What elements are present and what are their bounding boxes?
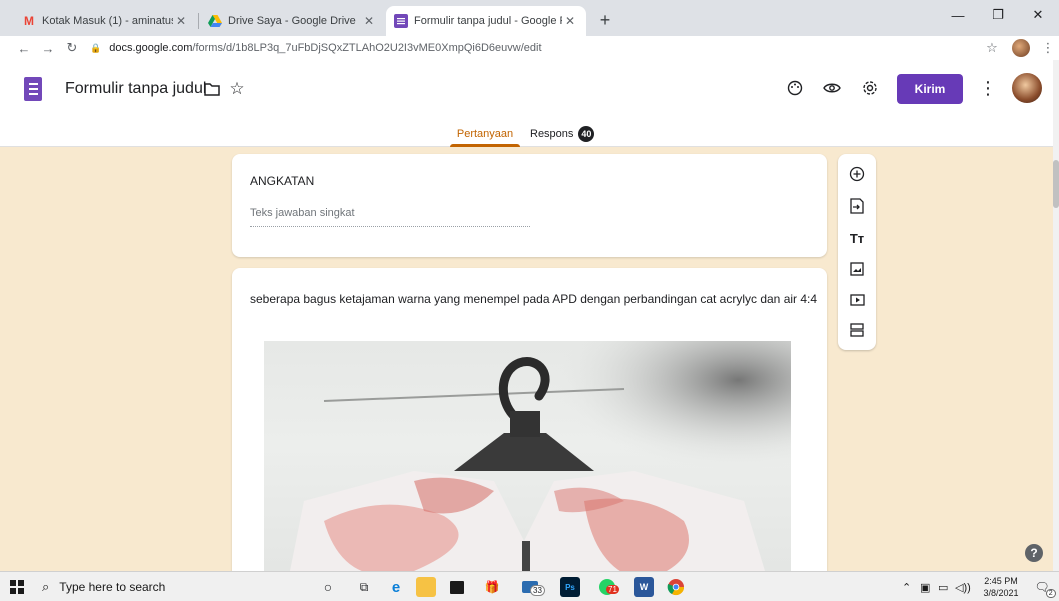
lock-icon: 🔒 <box>90 42 102 53</box>
tab-responses-label: Respons <box>530 127 574 140</box>
star-icon[interactable]: ☆ <box>225 77 249 101</box>
tray-chevron-icon[interactable]: ⌃ <box>902 572 911 601</box>
drive-icon <box>208 14 222 28</box>
scrollbar-track[interactable] <box>1053 60 1059 571</box>
question-title: ANGKATAN <box>250 174 315 188</box>
add-title-icon[interactable]: Tт <box>847 228 867 248</box>
account-avatar[interactable] <box>1012 73 1042 103</box>
browser-menu-icon[interactable]: ⋮ <box>1038 38 1058 58</box>
send-button[interactable]: Kirim <box>897 74 963 104</box>
question-card[interactable]: seberapa bagus ketajaman warna yang mene… <box>232 268 827 588</box>
windows-taskbar: ⌕ Type here to search ○ ⧉ e 🎁 33 Ps 71 W… <box>0 571 1059 601</box>
import-questions-icon[interactable] <box>847 196 867 216</box>
notification-badge: 2 <box>1045 589 1056 598</box>
file-explorer-icon[interactable] <box>416 577 436 597</box>
forms-icon <box>394 14 408 28</box>
add-video-icon[interactable] <box>847 290 867 310</box>
new-tab-button[interactable]: + <box>593 8 617 32</box>
tab-separator <box>198 13 199 29</box>
add-image-icon[interactable] <box>847 259 867 279</box>
more-options-icon[interactable]: ⋮ <box>976 76 1000 100</box>
tab-title: Formulir tanpa judul - Google Fo <box>414 15 562 27</box>
tab-title: Drive Saya - Google Drive <box>228 15 356 27</box>
tab-forms[interactable]: Formulir tanpa judul - Google Fo ✕ <box>386 6 586 36</box>
photoshop-icon[interactable]: Ps <box>560 577 580 597</box>
short-answer-field: Teks jawaban singkat <box>250 207 530 227</box>
whatsapp-badge: 71 <box>606 585 619 594</box>
settings-gear-icon[interactable] <box>858 76 882 100</box>
clock-time: 2:45 PM <box>984 576 1018 586</box>
gmail-icon: M <box>24 14 34 28</box>
tab-responses[interactable]: Respons 40 <box>530 120 595 147</box>
bookmark-star-icon[interactable]: ☆ <box>982 38 1002 58</box>
help-icon[interactable]: ? <box>1025 544 1043 562</box>
folder-icon[interactable] <box>200 77 224 101</box>
mail-badge: 33 <box>530 585 545 596</box>
restore-button[interactable]: ❐ <box>978 0 1018 30</box>
forms-logo-icon[interactable] <box>24 77 42 101</box>
close-icon[interactable]: ✕ <box>361 14 377 28</box>
taskbar-search-placeholder: Type here to search <box>59 580 166 594</box>
notification-center-icon[interactable]: 🗨 2 <box>1033 578 1056 598</box>
add-question-icon[interactable] <box>847 164 867 184</box>
question-title: seberapa bagus ketajaman warna yang mene… <box>250 292 818 306</box>
forms-header: Formulir tanpa judul ☆ Kirim ⋮ Pertanyaa… <box>0 60 1059 147</box>
chrome-icon[interactable] <box>666 577 686 597</box>
browser-tab-strip: M Kotak Masuk (1) - aminatussholih ✕ Dri… <box>0 0 1059 36</box>
clock-date: 3/8/2021 <box>983 588 1019 598</box>
profile-avatar-small[interactable] <box>1011 38 1031 58</box>
url-host: docs.google.com <box>109 42 193 54</box>
close-icon[interactable]: ✕ <box>562 14 578 28</box>
preview-eye-icon[interactable] <box>820 76 844 100</box>
gift-app-icon[interactable]: 🎁 <box>482 577 502 597</box>
palette-icon[interactable] <box>783 76 807 100</box>
store-icon[interactable] <box>447 577 467 597</box>
mail-app-icon[interactable]: 33 <box>516 577 545 597</box>
tray-app-icon[interactable]: ▣ <box>920 572 930 601</box>
responses-count-badge: 40 <box>578 125 595 142</box>
back-button[interactable]: ← <box>14 38 34 58</box>
tab-title: Kotak Masuk (1) - aminatussholih <box>42 15 173 27</box>
volume-icon[interactable]: ◁)) <box>955 572 971 601</box>
address-bar[interactable]: 🔒 docs.google.com/forms/d/1b8LP3q_7uFbDj… <box>90 37 970 59</box>
cortana-icon[interactable]: ○ <box>318 577 338 597</box>
add-section-icon[interactable] <box>847 320 867 340</box>
form-title[interactable]: Formulir tanpa judul <box>65 80 206 98</box>
close-window-button[interactable]: ✕ <box>1018 0 1058 30</box>
taskbar-clock[interactable]: 2:45 PM 3/8/2021 <box>978 575 1024 599</box>
word-icon[interactable]: W <box>634 577 654 597</box>
form-tabs: Pertanyaan Respons 40 <box>0 120 1059 147</box>
whatsapp-icon[interactable]: 71 <box>594 577 620 597</box>
minimize-button[interactable]: — <box>938 0 978 30</box>
close-icon[interactable]: ✕ <box>173 14 189 28</box>
tab-questions[interactable]: Pertanyaan <box>448 120 522 147</box>
taskbar-search[interactable]: ⌕ Type here to search <box>42 572 272 601</box>
reload-button[interactable]: ↻ <box>62 38 82 58</box>
battery-icon[interactable]: ▭ <box>938 572 948 601</box>
tab-drive[interactable]: Drive Saya - Google Drive ✕ <box>200 6 385 36</box>
url-path: /forms/d/1b8LP3q_7uFbDjSQxZTLAhO2U2I3vME… <box>192 42 542 54</box>
question-image[interactable] <box>264 341 791 588</box>
task-view-icon[interactable]: ⧉ <box>354 577 374 597</box>
tab-gmail[interactable]: M Kotak Masuk (1) - aminatussholih ✕ <box>14 6 197 36</box>
scrollbar-thumb[interactable] <box>1053 160 1059 208</box>
windows-start-icon[interactable] <box>10 580 24 594</box>
search-icon: ⌕ <box>42 579 50 594</box>
forward-button[interactable]: → <box>38 38 58 58</box>
browser-toolbar: ← → ↻ 🔒 docs.google.com/forms/d/1b8LP3q_… <box>0 36 1059 60</box>
question-card[interactable]: ANGKATAN Teks jawaban singkat <box>232 154 827 257</box>
question-toolbar: Tт <box>838 154 876 350</box>
edge-browser-icon[interactable]: e <box>386 577 406 597</box>
